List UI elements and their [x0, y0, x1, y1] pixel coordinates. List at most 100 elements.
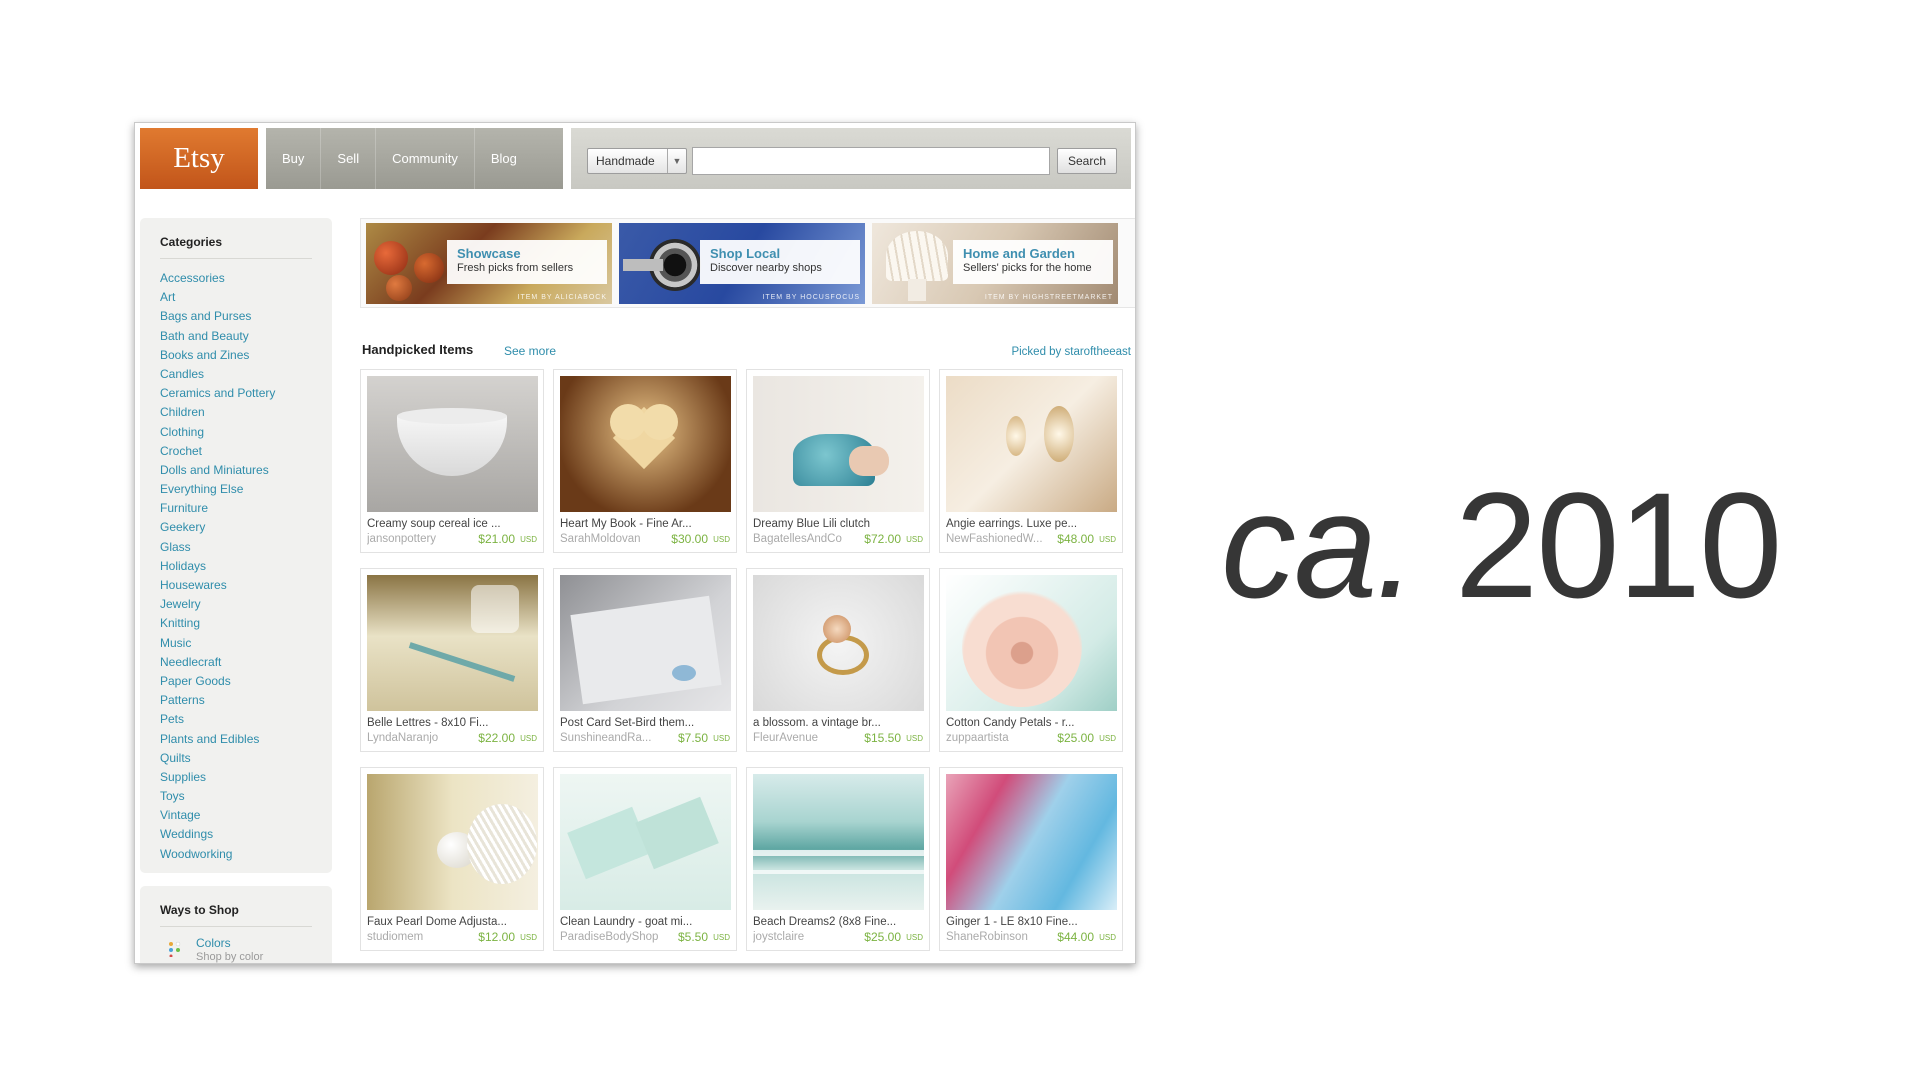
- item-card[interactable]: Angie earrings. Luxe pe... NewFashionedW…: [939, 369, 1123, 553]
- category-link[interactable]: Dolls and Miniatures: [160, 461, 275, 480]
- category-link[interactable]: Geekery: [160, 518, 275, 537]
- item-shop[interactable]: joystclaire: [753, 931, 863, 943]
- category-link[interactable]: Housewares: [160, 576, 275, 595]
- item-title[interactable]: Heart My Book - Fine Ar...: [560, 518, 731, 530]
- item-card[interactable]: Cotton Candy Petals - r... zuppaartista …: [939, 568, 1123, 752]
- item-shop[interactable]: zuppaartista: [946, 732, 1056, 744]
- banner-card: Home and Garden Sellers' picks for the h…: [953, 240, 1113, 284]
- item-card[interactable]: Dreamy Blue Lili clutch BagatellesAndCo …: [746, 369, 930, 553]
- banner-credit: ITEM BY HIGHSTREETMARKET: [984, 294, 1113, 301]
- category-link[interactable]: Everything Else: [160, 480, 275, 499]
- item-title[interactable]: Clean Laundry - goat mi...: [560, 916, 731, 928]
- promo-banner-row: Showcase Fresh picks from sellers ITEM B…: [360, 218, 1135, 308]
- item-price: $5.50: [677, 930, 708, 944]
- category-link[interactable]: Needlecraft: [160, 653, 275, 672]
- category-link[interactable]: Crochet: [160, 442, 275, 461]
- chevron-down-icon[interactable]: ▼: [667, 149, 686, 173]
- item-shop[interactable]: jansonpottery: [367, 533, 477, 545]
- category-link[interactable]: Candles: [160, 365, 275, 384]
- category-link[interactable]: Art: [160, 288, 275, 307]
- category-link[interactable]: Toys: [160, 787, 275, 806]
- category-link[interactable]: Children: [160, 403, 275, 422]
- item-shop[interactable]: NewFashionedW...: [946, 533, 1056, 545]
- item-title[interactable]: Cotton Candy Petals - r...: [946, 717, 1117, 729]
- category-link[interactable]: Plants and Edibles: [160, 730, 275, 749]
- category-link[interactable]: Quilts: [160, 749, 275, 768]
- camera-lens-image: [623, 259, 663, 271]
- item-image: [367, 575, 538, 711]
- item-title[interactable]: Faux Pearl Dome Adjusta...: [367, 916, 538, 928]
- nav-sell[interactable]: Sell: [321, 128, 377, 189]
- item-title[interactable]: Ginger 1 - LE 8x10 Fine...: [946, 916, 1117, 928]
- item-title[interactable]: Creamy soup cereal ice ...: [367, 518, 538, 530]
- item-title[interactable]: Dreamy Blue Lili clutch: [753, 518, 924, 530]
- item-card[interactable]: Clean Laundry - goat mi... ParadiseBodyS…: [553, 767, 737, 951]
- heart-book-shape: [642, 404, 678, 440]
- item-shop[interactable]: LyndaNaranjo: [367, 732, 477, 744]
- item-card[interactable]: Post Card Set-Bird them... SunshineandRa…: [553, 568, 737, 752]
- item-title[interactable]: Belle Lettres - 8x10 Fi...: [367, 717, 538, 729]
- category-link[interactable]: Paper Goods: [160, 672, 275, 691]
- category-link[interactable]: Weddings: [160, 825, 275, 844]
- item-shop[interactable]: ShaneRobinson: [946, 931, 1056, 943]
- nav-buy[interactable]: Buy: [266, 128, 322, 189]
- item-card[interactable]: a blossom. a vintage br... FleurAvenue $…: [746, 568, 930, 752]
- item-image: [560, 575, 731, 711]
- category-link[interactable]: Pets: [160, 710, 275, 729]
- item-title[interactable]: Post Card Set-Bird them...: [560, 717, 731, 729]
- item-shop[interactable]: BagatellesAndCo: [753, 533, 863, 545]
- search-bar: Handmade ▼ Search: [571, 128, 1131, 189]
- item-shop[interactable]: ParadiseBodyShop: [560, 931, 670, 943]
- item-card[interactable]: Heart My Book - Fine Ar... SarahMoldovan…: [553, 369, 737, 553]
- see-more-link[interactable]: See more: [504, 344, 556, 358]
- category-link[interactable]: Holidays: [160, 557, 275, 576]
- item-card[interactable]: Beach Dreams2 (8x8 Fine... joystclaire $…: [746, 767, 930, 951]
- item-price: $30.00: [671, 532, 708, 546]
- item-title[interactable]: Beach Dreams2 (8x8 Fine...: [753, 916, 924, 928]
- item-title[interactable]: a blossom. a vintage br...: [753, 717, 924, 729]
- category-link[interactable]: Vintage: [160, 806, 275, 825]
- item-card[interactable]: Creamy soup cereal ice ... jansonpottery…: [360, 369, 544, 553]
- nav-community[interactable]: Community: [376, 128, 475, 189]
- category-link[interactable]: Furniture: [160, 499, 275, 518]
- category-link[interactable]: Supplies: [160, 768, 275, 787]
- item-image: [753, 575, 924, 711]
- category-link[interactable]: Patterns: [160, 691, 275, 710]
- banner-title: Home and Garden: [963, 246, 1075, 261]
- picked-by-link[interactable]: Picked by staroftheeast: [1011, 346, 1131, 358]
- category-link[interactable]: Ceramics and Pottery: [160, 384, 275, 403]
- colors-link[interactable]: Colors: [196, 936, 231, 950]
- handpicked-title: Handpicked Items: [362, 342, 474, 357]
- category-link[interactable]: Books and Zines: [160, 346, 275, 365]
- earring-shape: [1044, 406, 1074, 462]
- search-button[interactable]: Search: [1057, 148, 1117, 174]
- item-title[interactable]: Angie earrings. Luxe pe...: [946, 518, 1117, 530]
- search-category-select[interactable]: Handmade ▼: [587, 148, 687, 174]
- shop-local-banner[interactable]: Shop Local Discover nearby shops ITEM BY…: [619, 223, 865, 304]
- item-shop[interactable]: studiomem: [367, 931, 477, 943]
- category-link[interactable]: Jewelry: [160, 595, 275, 614]
- showcase-banner[interactable]: Showcase Fresh picks from sellers ITEM B…: [366, 223, 612, 304]
- category-link[interactable]: Woodworking: [160, 845, 275, 864]
- etsy-logo[interactable]: Etsy: [140, 128, 258, 189]
- item-card[interactable]: Ginger 1 - LE 8x10 Fine... ShaneRobinson…: [939, 767, 1123, 951]
- home-and-garden-banner[interactable]: Home and Garden Sellers' picks for the h…: [872, 223, 1118, 304]
- item-shop[interactable]: SarahMoldovan: [560, 533, 670, 545]
- item-image: [367, 774, 538, 910]
- category-link[interactable]: Knitting: [160, 614, 275, 633]
- category-link[interactable]: Accessories: [160, 269, 275, 288]
- item-shop[interactable]: FleurAvenue: [753, 732, 863, 744]
- item-card[interactable]: Belle Lettres - 8x10 Fi... LyndaNaranjo …: [360, 568, 544, 752]
- feather-shape: [467, 804, 537, 884]
- category-link[interactable]: Glass: [160, 538, 275, 557]
- nav-blog[interactable]: Blog: [475, 128, 533, 189]
- category-link[interactable]: Clothing: [160, 423, 275, 442]
- category-link[interactable]: Music: [160, 634, 275, 653]
- category-link[interactable]: Bath and Beauty: [160, 327, 275, 346]
- item-currency: USD: [906, 933, 923, 942]
- item-shop[interactable]: SunshineandRa...: [560, 732, 670, 744]
- item-card[interactable]: Faux Pearl Dome Adjusta... studiomem $12…: [360, 767, 544, 951]
- category-link[interactable]: Bags and Purses: [160, 307, 275, 326]
- search-input[interactable]: [692, 147, 1050, 175]
- color-dots-icon: [169, 941, 181, 957]
